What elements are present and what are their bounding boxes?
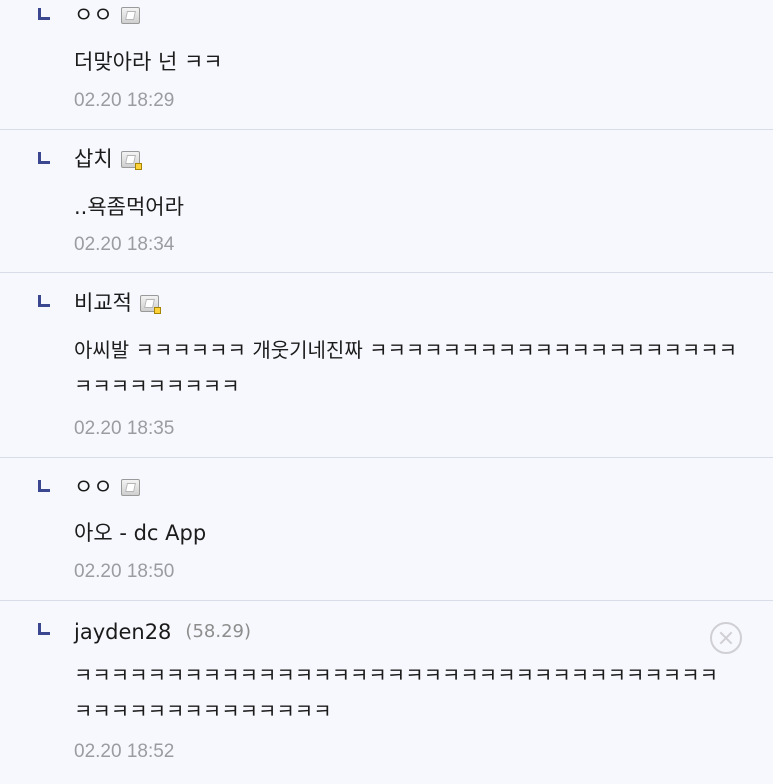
- reply-arrow-icon: [38, 295, 50, 307]
- comment-timestamp: 02.20 18:52: [74, 741, 175, 762]
- comment-author-row: 삽치: [74, 144, 142, 174]
- delete-comment-button[interactable]: [710, 622, 742, 654]
- comment-nickname[interactable]: 비교적: [74, 288, 132, 318]
- comment-item: jayden28 (58.29) ㅋㅋㅋㅋㅋㅋㅋㅋㅋㅋㅋㅋㅋㅋㅋㅋㅋㅋㅋㅋㅋㅋㅋ…: [0, 601, 773, 784]
- comment-timestamp: 02.20 18:50: [74, 561, 175, 582]
- comment-item: ㅇㅇ 더맞아라 넌 ㅋㅋ 02.20 18:29: [0, 0, 773, 130]
- comment-text: 아씨발 ㅋㅋㅋㅋㅋㅋ 개웃기네진짜 ㅋㅋㅋㅋㅋㅋㅋㅋㅋㅋㅋㅋㅋㅋㅋㅋㅋㅋㅋㅋㅋㅋ…: [74, 338, 738, 398]
- reply-arrow-icon: [38, 8, 50, 20]
- comment-item: 삽치 ..욕좀먹어라 02.20 18:34: [0, 130, 773, 273]
- comment-timestamp: 02.20 18:29: [74, 90, 175, 111]
- reply-arrow-icon: [38, 623, 50, 635]
- comment-author-row: jayden28 (58.29): [74, 617, 251, 647]
- comment-text: ㅋㅋㅋㅋㅋㅋㅋㅋㅋㅋㅋㅋㅋㅋㅋㅋㅋㅋㅋㅋㅋㅋㅋㅋㅋㅋㅋㅋㅋㅋㅋㅋㅋㅋㅋㅋㅋㅋㅋㅋ…: [74, 663, 718, 723]
- comment-nickname[interactable]: 삽치: [74, 144, 113, 174]
- sub-badge-icon: [134, 162, 142, 170]
- gallog-icon[interactable]: [120, 478, 140, 496]
- reply-arrow-icon: [38, 152, 50, 164]
- comment-nickname[interactable]: jayden28: [74, 617, 171, 647]
- comment-timestamp: 02.20 18:35: [74, 418, 175, 439]
- comment-ip: (58.29): [185, 621, 251, 642]
- comment-list: ㅇㅇ 더맞아라 넌 ㅋㅋ 02.20 18:29 삽치 ..욕좀먹어라 02.2…: [0, 0, 773, 784]
- comment-timestamp: 02.20 18:34: [74, 234, 175, 255]
- reply-arrow-icon: [38, 480, 50, 492]
- gallog-icon-sub[interactable]: [120, 150, 142, 170]
- gallog-icon-sub[interactable]: [139, 294, 161, 314]
- comment-author-row: 비교적: [74, 288, 161, 318]
- comment-text: 아오 - dc App: [74, 521, 207, 545]
- comment-author-row: ㅇㅇ: [74, 472, 140, 502]
- comment-text: ..욕좀먹어라: [74, 195, 184, 219]
- gallog-icon[interactable]: [120, 6, 140, 24]
- comment-nickname[interactable]: ㅇㅇ: [74, 472, 113, 502]
- sub-badge-icon: [153, 306, 161, 314]
- comment-item: ㅇㅇ 아오 - dc App 02.20 18:50: [0, 458, 773, 601]
- comment-text: 더맞아라 넌 ㅋㅋ: [74, 50, 223, 74]
- comment-nickname[interactable]: ㅇㅇ: [74, 0, 113, 30]
- comment-author-row: ㅇㅇ: [74, 0, 140, 30]
- comment-item: 비교적 아씨발 ㅋㅋㅋㅋㅋㅋ 개웃기네진짜 ㅋㅋㅋㅋㅋㅋㅋㅋㅋㅋㅋㅋㅋㅋㅋㅋㅋㅋ…: [0, 273, 773, 458]
